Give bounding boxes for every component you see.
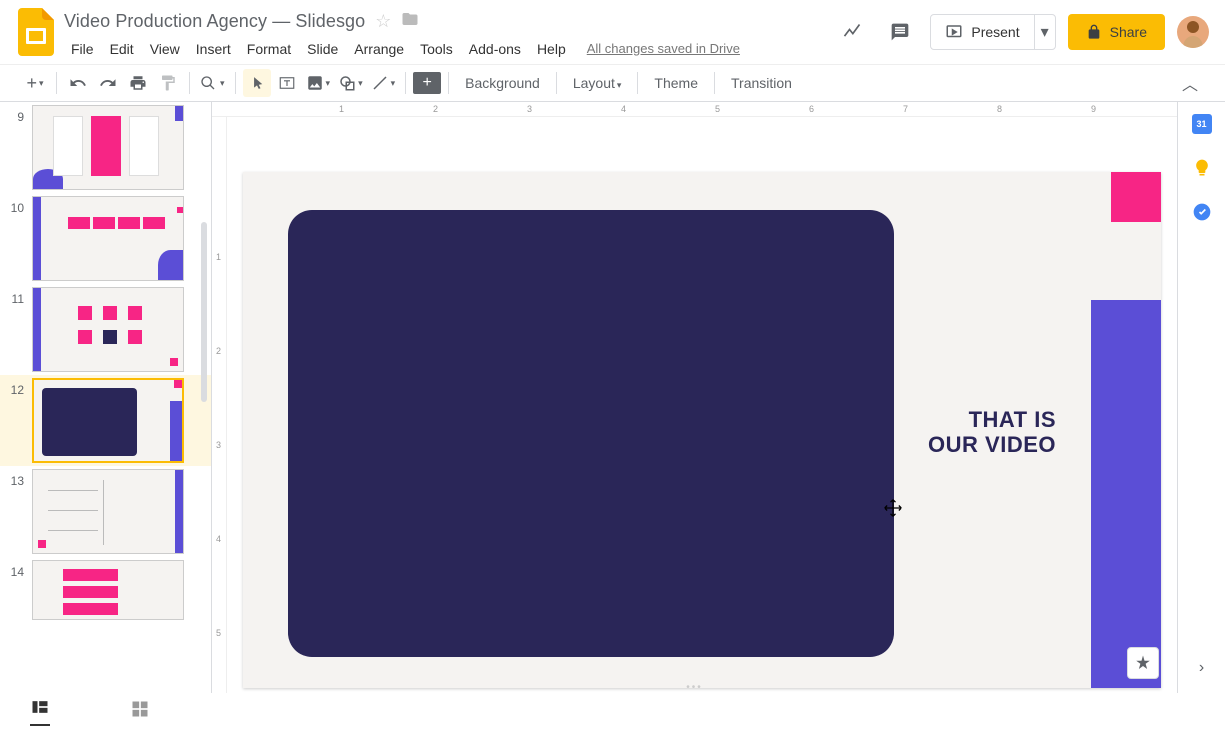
horizontal-ruler: 1 2 3 4 5 6 7 8 9 xyxy=(212,102,1177,117)
filmstrip[interactable]: 9 10 11 xyxy=(0,102,211,693)
present-dropdown[interactable]: ▾ xyxy=(1035,15,1055,49)
menu-view[interactable]: View xyxy=(143,37,187,61)
star-icon[interactable]: ☆ xyxy=(375,11,391,32)
transition-button[interactable]: Transition xyxy=(721,71,802,95)
comments-icon[interactable] xyxy=(882,14,918,50)
keep-addon-icon[interactable] xyxy=(1192,158,1212,178)
image-tool[interactable]: ▾ xyxy=(303,69,334,97)
save-status[interactable]: All changes saved in Drive xyxy=(587,41,740,56)
filmstrip-view-icon[interactable] xyxy=(30,697,50,726)
side-panel: 31 › xyxy=(1177,102,1225,693)
doc-title[interactable]: Video Production Agency — Slidesgo xyxy=(64,11,365,32)
layout-button[interactable]: Layout▾ xyxy=(563,71,632,95)
grid-view-icon[interactable] xyxy=(130,699,150,724)
explore-button[interactable] xyxy=(1127,647,1159,679)
pink-accent-shape[interactable] xyxy=(1111,172,1161,222)
move-cursor-icon xyxy=(883,498,903,523)
zoom-button[interactable]: ▾ xyxy=(197,69,228,97)
background-button[interactable]: Background xyxy=(455,71,550,95)
line-tool[interactable]: ▾ xyxy=(368,69,399,97)
present-label: Present xyxy=(971,24,1019,40)
purple-sidebar-shape[interactable] xyxy=(1091,300,1161,688)
menu-help[interactable]: Help xyxy=(530,37,573,61)
calendar-addon-icon[interactable]: 31 xyxy=(1192,114,1212,134)
slide-thumb-9[interactable]: 9 xyxy=(0,102,211,193)
menu-format[interactable]: Format xyxy=(240,37,298,61)
print-button[interactable] xyxy=(124,69,152,97)
menu-bar: File Edit View Insert Format Slide Arran… xyxy=(64,37,834,61)
slide-thumb-12[interactable]: 12 xyxy=(0,375,211,466)
slide-thumb-14[interactable]: 14 xyxy=(0,557,211,623)
speaker-notes-handle[interactable]: ••• xyxy=(686,682,703,693)
slide-canvas[interactable]: THAT IS OUR VIDEO xyxy=(243,172,1161,688)
tasks-addon-icon[interactable] xyxy=(1192,202,1212,222)
paint-format-button[interactable] xyxy=(154,69,182,97)
theme-button[interactable]: Theme xyxy=(644,71,708,95)
toolbar: +▾ ▾ ▾ ▾ ▾ + Background Layout▾ Theme Tr… xyxy=(0,64,1225,102)
comment-tool[interactable]: + xyxy=(413,72,441,94)
slide-thumb-10[interactable]: 10 xyxy=(0,193,211,284)
menu-file[interactable]: File xyxy=(64,37,101,61)
activity-icon[interactable] xyxy=(834,14,870,50)
menu-tools[interactable]: Tools xyxy=(413,37,460,61)
select-tool[interactable] xyxy=(243,69,271,97)
shape-tool[interactable]: ▾ xyxy=(335,69,366,97)
slide-title-text[interactable]: THAT IS OUR VIDEO xyxy=(928,407,1056,458)
move-folder-icon[interactable] xyxy=(401,10,419,33)
textbox-tool[interactable] xyxy=(273,69,301,97)
new-slide-button[interactable]: +▾ xyxy=(21,69,49,97)
present-button[interactable]: Present ▾ xyxy=(930,14,1055,50)
menu-edit[interactable]: Edit xyxy=(103,37,141,61)
undo-button[interactable] xyxy=(64,69,92,97)
slide-thumb-11[interactable]: 11 xyxy=(0,284,211,375)
collapse-toolbar-icon[interactable]: ︿ xyxy=(1176,69,1204,97)
menu-addons[interactable]: Add-ons xyxy=(462,37,528,61)
filmstrip-scrollbar[interactable] xyxy=(201,222,207,402)
slide-thumb-13[interactable]: 13 xyxy=(0,466,211,557)
navy-video-placeholder[interactable] xyxy=(288,210,894,657)
menu-insert[interactable]: Insert xyxy=(189,37,238,61)
redo-button[interactable] xyxy=(94,69,122,97)
canvas-area: 1 2 3 4 5 6 7 8 9 1 2 3 4 5 THAT IS OUR xyxy=(211,102,1177,693)
bottom-bar xyxy=(0,693,1225,729)
menu-slide[interactable]: Slide xyxy=(300,37,345,61)
slides-logo[interactable] xyxy=(16,12,56,52)
menu-arrange[interactable]: Arrange xyxy=(347,37,411,61)
share-label: Share xyxy=(1110,24,1147,40)
account-avatar[interactable] xyxy=(1177,16,1209,48)
app-header: Video Production Agency — Slidesgo ☆ Fil… xyxy=(0,0,1225,64)
share-button[interactable]: Share xyxy=(1068,14,1165,50)
side-panel-collapse-icon[interactable]: › xyxy=(1199,659,1204,677)
